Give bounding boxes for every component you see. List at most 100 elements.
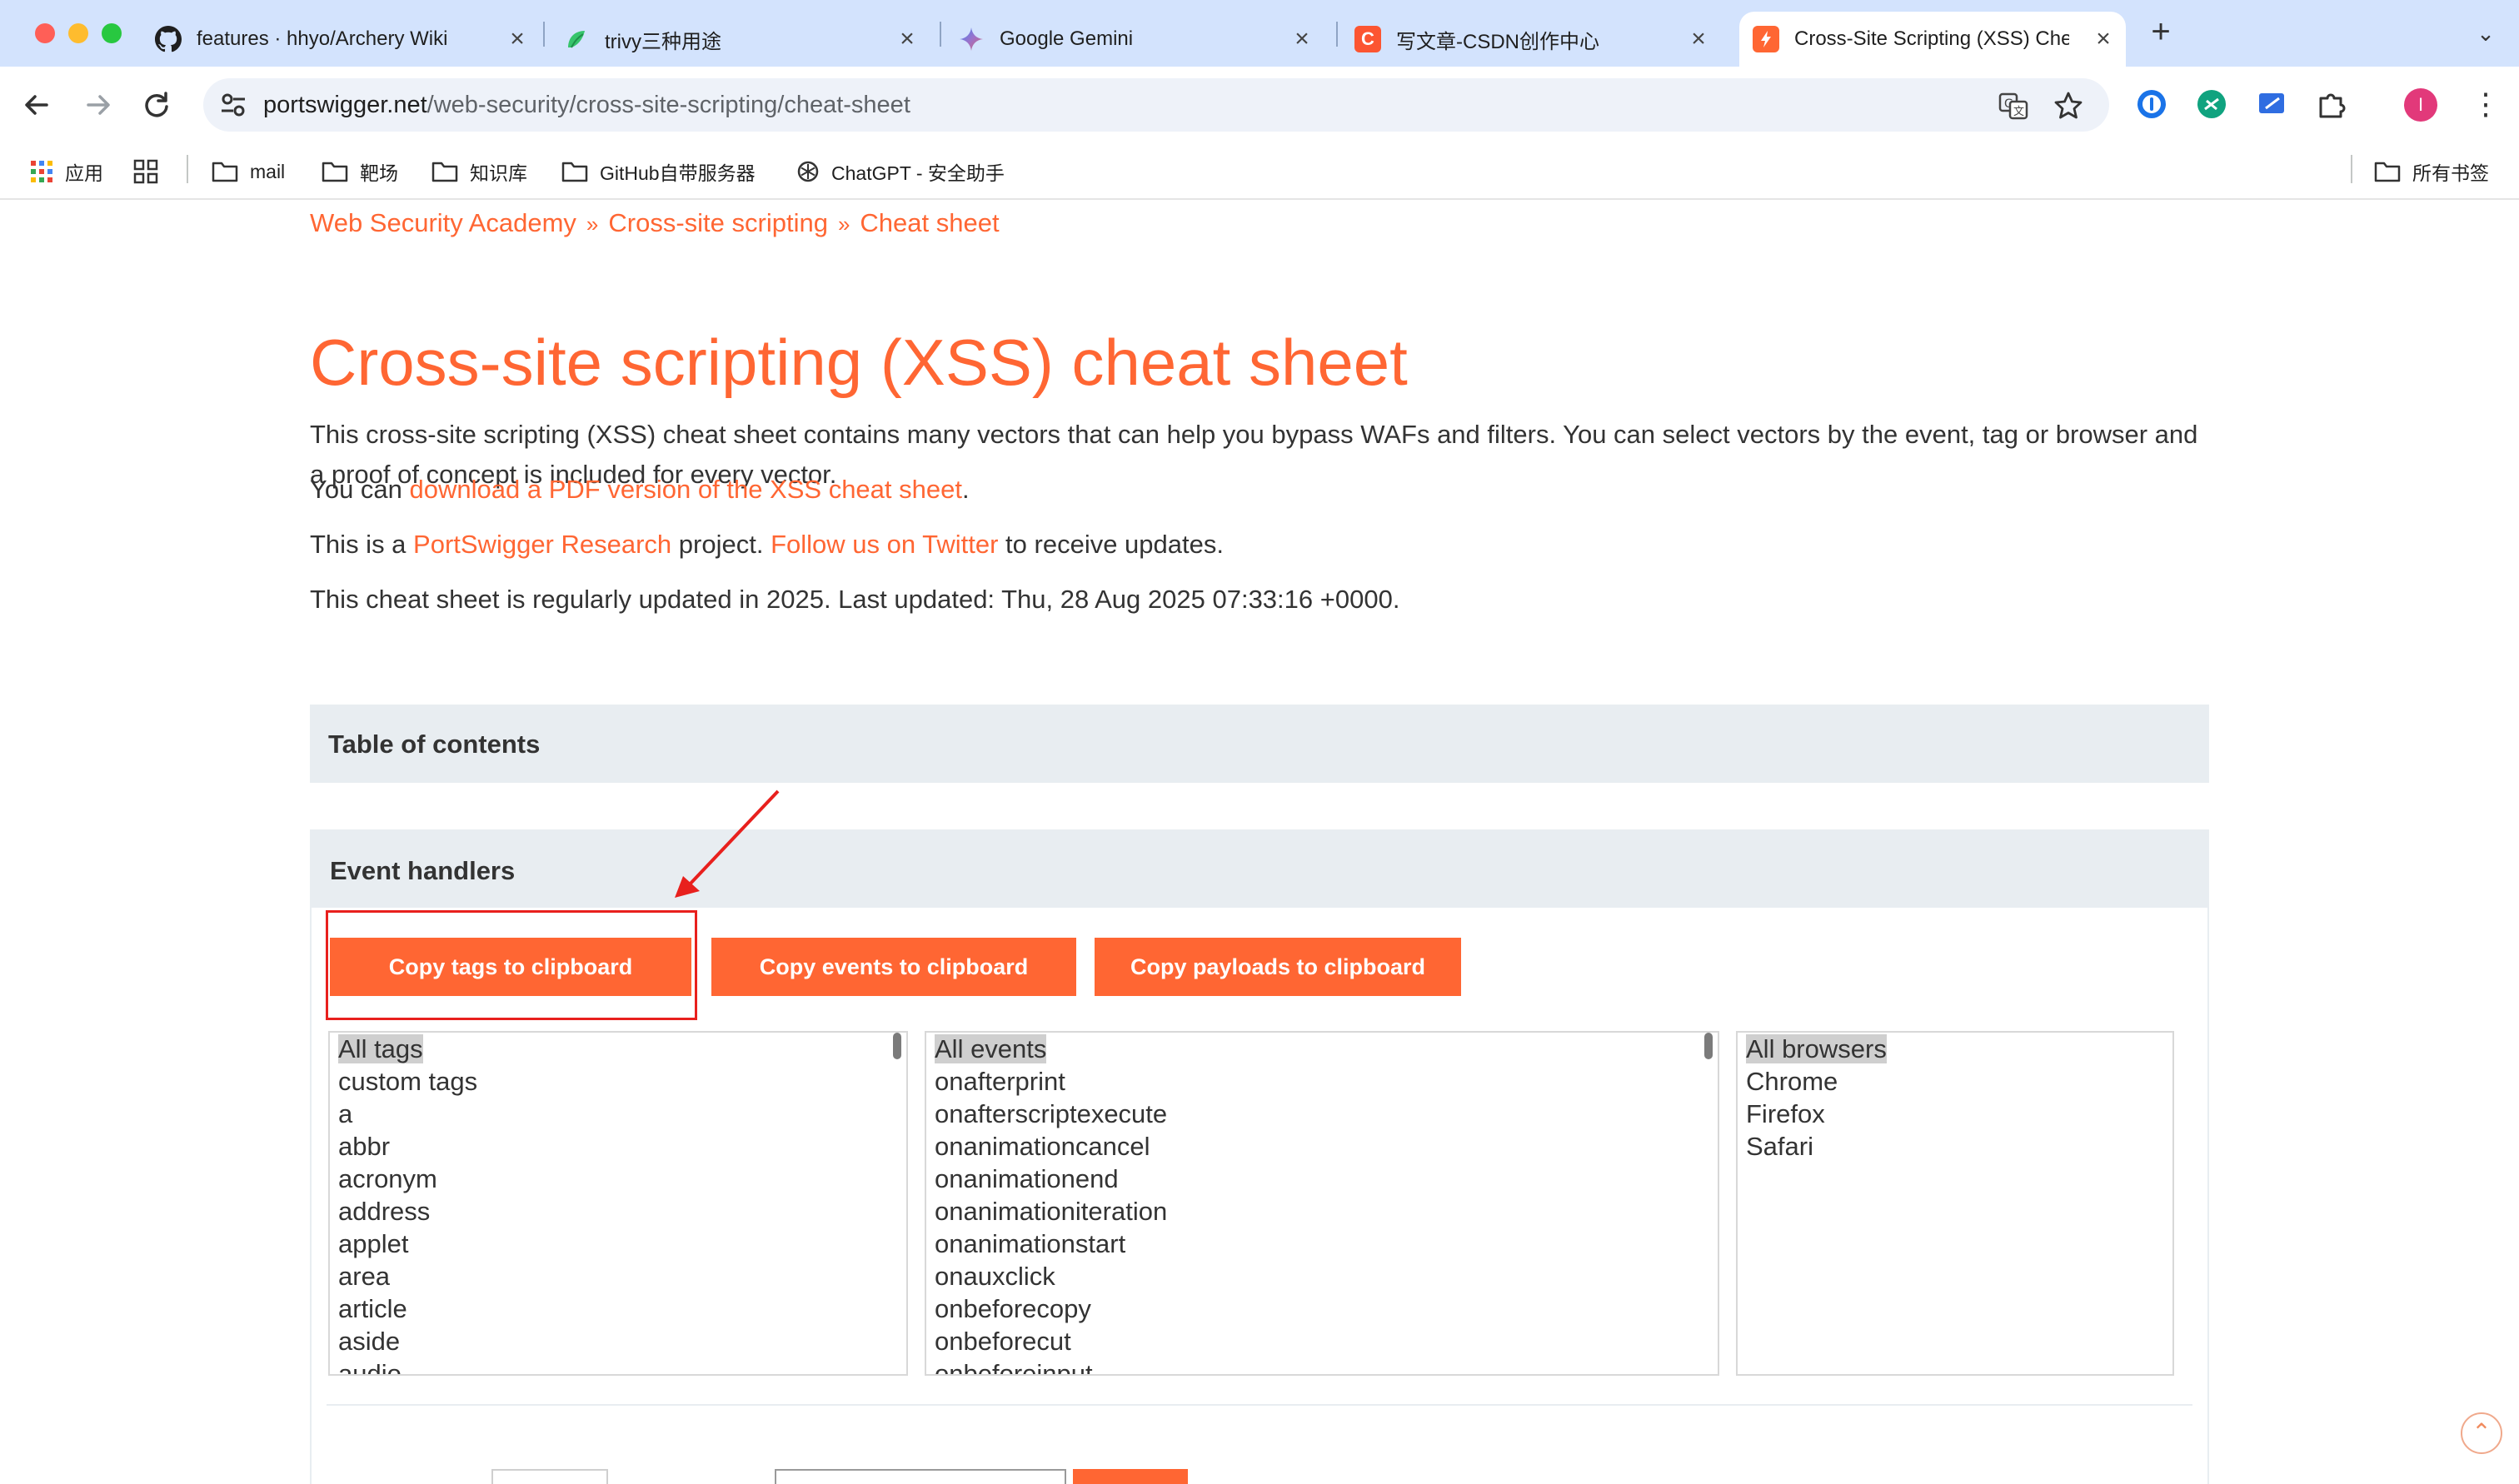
- tab-label: 写文章-CSDN创作中心: [1396, 30, 1599, 53]
- tab-csdn[interactable]: C 写文章-CSDN创作中心 ×: [1354, 12, 1721, 67]
- list-item[interactable]: onafterscriptexecute: [926, 1098, 1718, 1130]
- portswigger-research-link[interactable]: PortSwigger Research: [413, 530, 671, 559]
- tab-close-icon[interactable]: ×: [1288, 25, 1316, 53]
- events-scrollbar[interactable]: [1704, 1033, 1713, 1059]
- events-select[interactable]: All events onafterprint onafterscriptexe…: [925, 1031, 1719, 1376]
- window-close-button[interactable]: [35, 23, 55, 43]
- back-button[interactable]: [17, 85, 57, 125]
- list-item[interactable]: onanimationend: [926, 1163, 1718, 1195]
- window-zoom-button[interactable]: [102, 23, 122, 43]
- list-item[interactable]: onbeforeinput: [926, 1357, 1718, 1374]
- tab-close-icon[interactable]: ×: [893, 25, 921, 53]
- profile-avatar[interactable]: I: [2404, 88, 2437, 122]
- list-item[interactable]: acronym: [330, 1163, 906, 1195]
- bookmark-chatgpt[interactable]: ChatGPT - 安全助手: [796, 155, 1005, 188]
- list-item[interactable]: onbeforecut: [926, 1325, 1718, 1357]
- list-item[interactable]: Safari: [1738, 1130, 2172, 1163]
- list-item[interactable]: address: [330, 1195, 906, 1228]
- partial-search-input[interactable]: [775, 1469, 1066, 1484]
- folder-icon: [212, 162, 238, 182]
- bookmark-folder-github[interactable]: GitHub自带服务器: [561, 155, 756, 188]
- copy-events-button[interactable]: Copy events to clipboard: [711, 938, 1076, 996]
- svg-text:文: 文: [2013, 106, 2024, 118]
- list-item[interactable]: aside: [330, 1325, 906, 1357]
- list-item[interactable]: audio: [330, 1357, 906, 1374]
- list-item[interactable]: area: [330, 1260, 906, 1292]
- list-item[interactable]: onbeforecopy: [926, 1292, 1718, 1325]
- list-item[interactable]: Firefox: [1738, 1098, 2172, 1130]
- bookmark-label: mail: [250, 160, 286, 182]
- project-prefix: This is a: [310, 530, 414, 559]
- tab-trivy[interactable]: trivy三种用途 ×: [563, 12, 930, 67]
- reload-icon: [145, 92, 168, 117]
- window-minimize-button[interactable]: [68, 23, 88, 43]
- list-item[interactable]: abbr: [330, 1130, 906, 1163]
- tab-label: Cross-Site Scripting (XSS) Cheat: [1794, 27, 2069, 50]
- green-extension-icon[interactable]: [2194, 87, 2229, 122]
- list-item[interactable]: custom tags: [330, 1065, 906, 1098]
- list-item[interactable]: onafterprint: [926, 1065, 1718, 1098]
- partial-orange-button[interactable]: [1073, 1469, 1188, 1484]
- tags-select[interactable]: All tags custom tags a abbr acronym addr…: [328, 1031, 908, 1376]
- breadcrumb: Web Security Academy » Cross-site scriptin…: [310, 208, 1000, 238]
- bookmark-label: ChatGPT - 安全助手: [831, 162, 1005, 184]
- tab-close-icon[interactable]: ×: [2089, 25, 2117, 53]
- site-info-icon[interactable]: [218, 90, 248, 120]
- bookmark-star-icon[interactable]: [2053, 90, 2084, 122]
- all-bookmarks-folder[interactable]: 所有书签: [2374, 155, 2489, 188]
- tab-strip: features · hhyo/Archery Wiki × trivy三种用途…: [0, 0, 2519, 67]
- back-arrow-icon: [25, 95, 48, 115]
- table-of-contents[interactable]: Table of contents: [310, 705, 2209, 783]
- yuque-icon: [563, 26, 590, 52]
- copy-payloads-button[interactable]: Copy payloads to clipboard: [1095, 938, 1461, 996]
- list-item[interactable]: a: [330, 1098, 906, 1130]
- password-manager-extension-icon[interactable]: [2134, 87, 2169, 122]
- tab-archery-wiki[interactable]: features · hhyo/Archery Wiki ×: [155, 12, 540, 67]
- browser-menu-icon[interactable]: ⋮: [2471, 83, 2501, 125]
- new-tab-button[interactable]: +: [2142, 15, 2179, 52]
- reload-button[interactable]: [137, 85, 177, 125]
- list-item[interactable]: onanimationstart: [926, 1228, 1718, 1260]
- scroll-to-top-icon[interactable]: ⌃: [2461, 1412, 2502, 1454]
- browsers-select[interactable]: All browsers Chrome Firefox Safari: [1736, 1031, 2174, 1376]
- list-item[interactable]: applet: [330, 1228, 906, 1260]
- folder-icon: [431, 162, 458, 182]
- translate-icon[interactable]: G文: [1998, 90, 2029, 122]
- event-handlers-header: Event handlers: [312, 831, 2207, 908]
- bookmark-folder-range[interactable]: 靶场: [322, 155, 398, 188]
- cast-extension-icon[interactable]: [2254, 87, 2289, 122]
- list-item[interactable]: onanimationiteration: [926, 1195, 1718, 1228]
- breadcrumb-link-academy[interactable]: Web Security Academy: [310, 208, 576, 237]
- list-item[interactable]: All tags: [330, 1033, 906, 1065]
- extensions-puzzle-icon[interactable]: [2314, 87, 2349, 122]
- bookmarks-divider: [2351, 155, 2352, 183]
- forward-button[interactable]: [78, 85, 118, 125]
- tags-scrollbar[interactable]: [893, 1033, 901, 1059]
- breadcrumb-link-xss[interactable]: Cross-site scripting: [608, 208, 828, 237]
- list-item[interactable]: All events: [926, 1033, 1718, 1065]
- tab-search-button[interactable]: ⌄: [2467, 15, 2504, 52]
- portswigger-icon: [1753, 26, 1779, 52]
- url-text[interactable]: portswigger.net/web-security/cross-site-…: [263, 92, 910, 119]
- bookmark-folder-mail[interactable]: mail: [212, 155, 285, 188]
- bookmark-folder-kb[interactable]: 知识库: [431, 155, 527, 188]
- tab-xss-cheat-sheet[interactable]: Cross-Site Scripting (XSS) Cheat ×: [1739, 12, 2126, 67]
- tab-gemini[interactable]: Google Gemini ×: [958, 12, 1324, 67]
- pdf-download-link[interactable]: download a PDF version of the XSS cheat …: [410, 475, 962, 504]
- partial-control[interactable]: [491, 1469, 608, 1484]
- list-item[interactable]: Chrome: [1738, 1065, 2172, 1098]
- twitter-link[interactable]: Follow us on Twitter: [771, 530, 998, 559]
- list-item[interactable]: article: [330, 1292, 906, 1325]
- event-handlers-title: Event handlers: [330, 856, 516, 885]
- toc-title: Table of contents: [328, 730, 541, 759]
- gemini-icon: [958, 26, 985, 52]
- list-item[interactable]: All browsers: [1738, 1033, 2172, 1065]
- list-item[interactable]: onauxclick: [926, 1260, 1718, 1292]
- list-item[interactable]: onanimationcancel: [926, 1130, 1718, 1163]
- breadcrumb-link-cheat-sheet[interactable]: Cheat sheet: [860, 208, 999, 237]
- address-bar[interactable]: portswigger.net/web-security/cross-site-…: [203, 78, 2109, 132]
- tab-close-icon[interactable]: ×: [503, 25, 531, 53]
- bookmark-apps[interactable]: 应用: [30, 155, 103, 188]
- bookmark-grid-shortcut[interactable]: [133, 155, 170, 188]
- tab-close-icon[interactable]: ×: [1684, 25, 1713, 53]
